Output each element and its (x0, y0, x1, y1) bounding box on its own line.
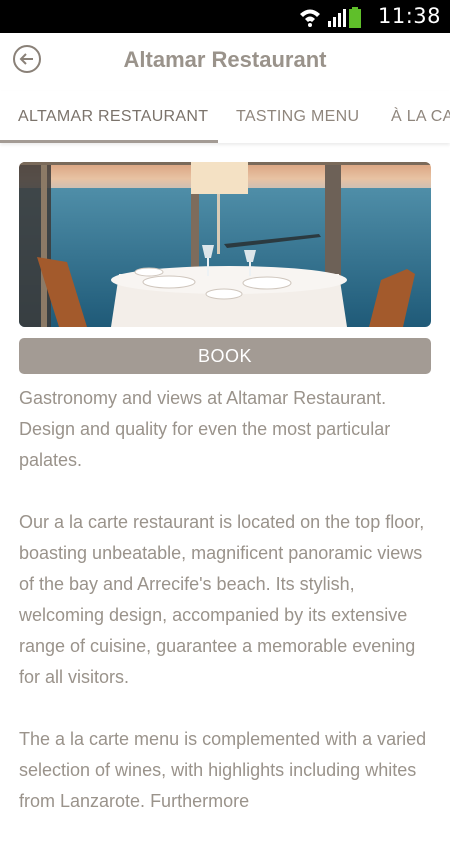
active-tab-indicator (0, 140, 218, 143)
battery-icon (349, 7, 361, 28)
tab-altamar-restaurant[interactable]: ALTAMAR RESTAURANT (18, 91, 208, 143)
status-bar: 11:38 (0, 0, 450, 33)
status-time: 11:38 (377, 4, 441, 28)
page-title: Altamar Restaurant (123, 47, 327, 72)
description-paragraph: Our a la carte restaurant is located on … (19, 512, 425, 687)
description-paragraph: The a la carte menu is complemented with… (19, 729, 427, 811)
tab-tasting-menu[interactable]: TASTING MENU (236, 91, 359, 143)
tab-bar: ALTAMAR RESTAURANT TASTING MENU À LA CAR… (0, 91, 450, 143)
description-paragraph: Gastronomy and views at Altamar Restaura… (19, 388, 391, 470)
book-button[interactable]: BOOK (19, 338, 431, 374)
signal-icon (328, 9, 346, 27)
tab-a-la-carte[interactable]: À LA CARTE (391, 91, 450, 143)
restaurant-description: Gastronomy and views at Altamar Restaura… (19, 383, 434, 848)
app-header: Altamar Restaurant (0, 33, 450, 91)
status-icons (298, 6, 382, 28)
wifi-icon (300, 9, 320, 27)
restaurant-photo (19, 162, 431, 327)
